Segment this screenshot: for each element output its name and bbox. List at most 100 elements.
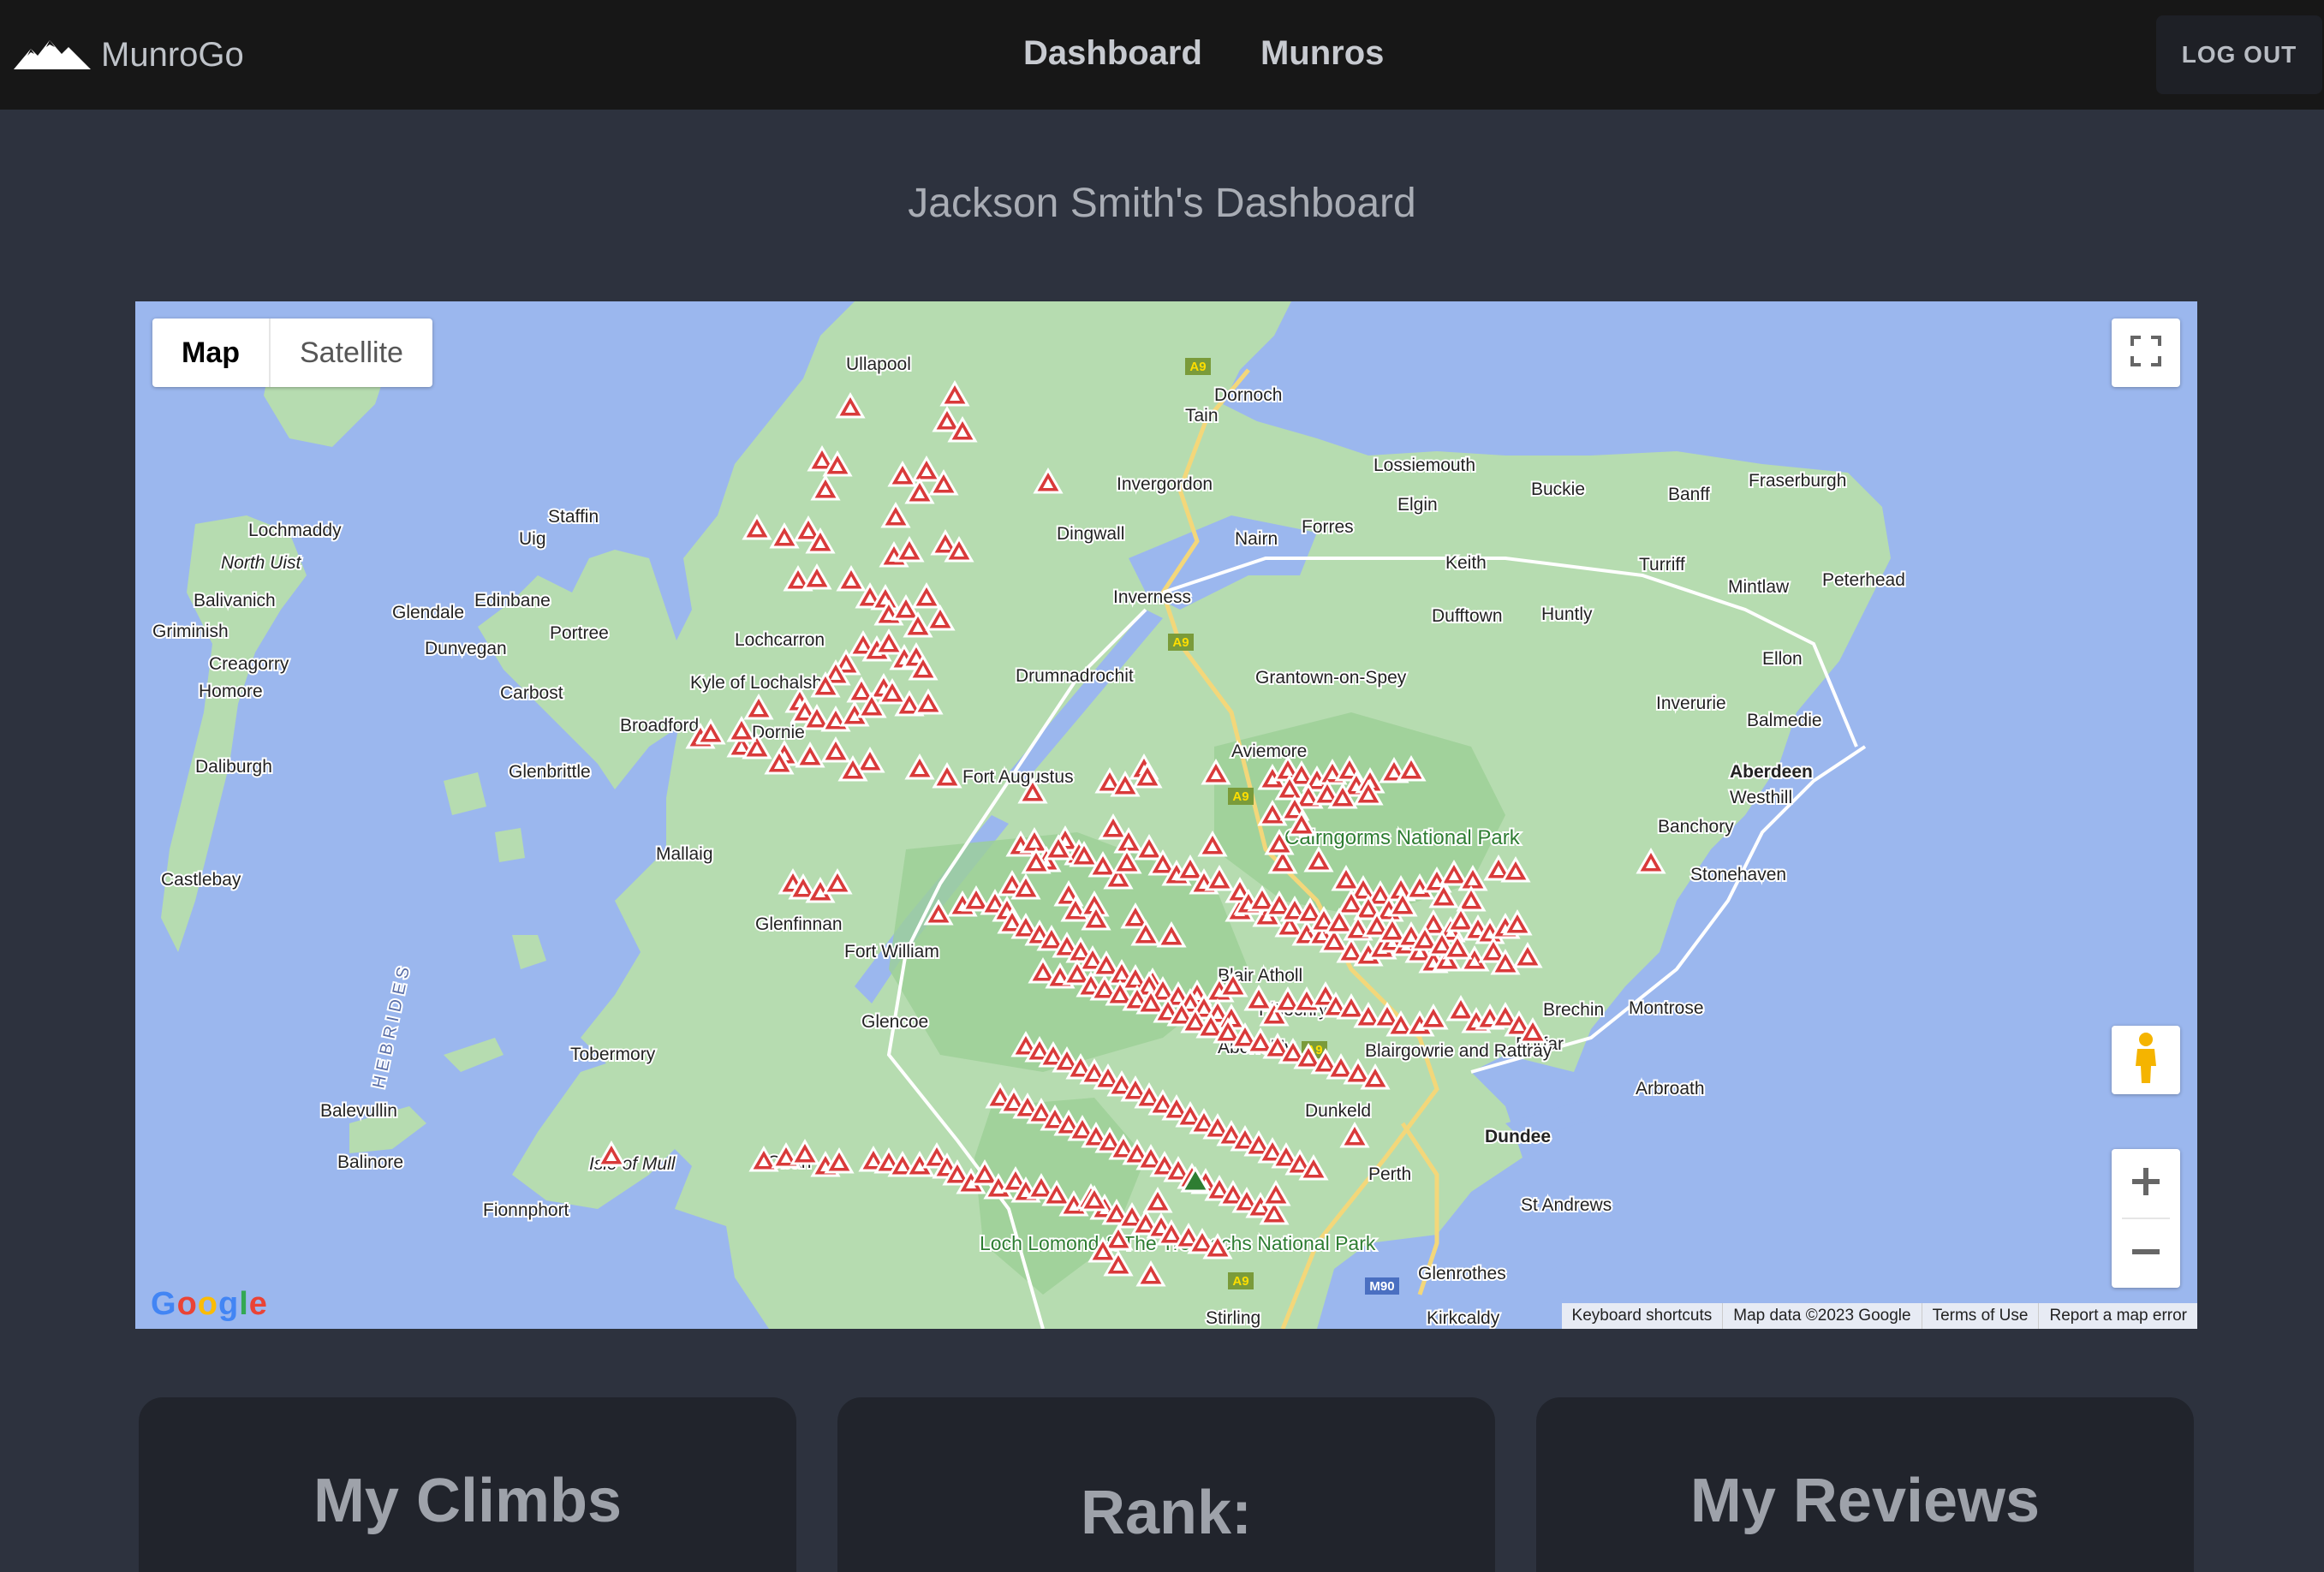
- zoom-out-button[interactable]: [2112, 1219, 2180, 1288]
- my-reviews-card[interactable]: My Reviews: [1536, 1397, 2194, 1572]
- brand[interactable]: MunroGo: [12, 33, 244, 77]
- brand-name: MunroGo: [101, 35, 244, 74]
- place-edinbane: Edinbane: [474, 591, 551, 610]
- place-ullapool: Ullapool: [846, 354, 911, 374]
- road-shield-a9: A9: [1232, 789, 1248, 804]
- place-blairgowrie-and-rattray: Blairgowrie and Rattray: [1365, 1041, 1552, 1061]
- place-carbost: Carbost: [500, 683, 563, 703]
- place-invergordon: Invergordon: [1117, 474, 1213, 494]
- place-aberdeen: Aberdeen: [1730, 762, 1813, 782]
- place-fort-augustus: Fort Augustus: [962, 767, 1074, 787]
- place-ellon: Ellon: [1762, 649, 1803, 669]
- place-cairngorms-national-park: Cairngorms National Park: [1284, 826, 1521, 849]
- place-glencoe: Glencoe: [861, 1012, 928, 1032]
- place-lochcarron: Lochcarron: [735, 630, 825, 650]
- place-lossiemouth: Lossiemouth: [1374, 456, 1475, 475]
- place-tain: Tain: [1185, 406, 1219, 426]
- zoom-control: [2112, 1149, 2180, 1288]
- my-climbs-card[interactable]: My Climbs: [139, 1397, 796, 1572]
- place-forres: Forres: [1302, 517, 1354, 537]
- place-kyle-of-lochalsh: Kyle of Lochalsh: [690, 673, 822, 693]
- place-balivanich: Balivanich: [194, 591, 276, 610]
- place-mallaig: Mallaig: [656, 844, 713, 864]
- road-shield-m90: M90: [1369, 1279, 1394, 1294]
- place-fraserburgh: Fraserburgh: [1749, 471, 1846, 491]
- map-type-satellite-button[interactable]: Satellite: [271, 319, 432, 387]
- place-lochmaddy: Lochmaddy: [248, 521, 342, 540]
- place-daliburgh: Daliburgh: [195, 757, 272, 777]
- place-stirling: Stirling: [1206, 1308, 1260, 1328]
- road-shield-a9: A9: [1172, 635, 1189, 650]
- nav-link-dashboard[interactable]: Dashboard: [1023, 34, 1202, 73]
- place-portree: Portree: [550, 623, 609, 643]
- road-shield-a9: A9: [1189, 360, 1206, 374]
- minus-icon: [2130, 1236, 2161, 1271]
- place-westhill: Westhill: [1730, 788, 1792, 807]
- place-glenfinnan: Glenfinnan: [755, 914, 843, 934]
- page-title: Jackson Smith's Dashboard: [908, 181, 1416, 226]
- place-staffin: Staffin: [548, 507, 599, 527]
- place-dundee: Dundee: [1485, 1127, 1551, 1146]
- my-climbs-title: My Climbs: [313, 1467, 623, 1535]
- place-kirkcaldy: Kirkcaldy: [1427, 1308, 1500, 1328]
- place-balevullin: Balevullin: [320, 1101, 397, 1121]
- place-inverurie: Inverurie: [1656, 694, 1726, 713]
- place-buckie: Buckie: [1531, 479, 1585, 499]
- place-stonehaven: Stonehaven: [1690, 865, 1786, 884]
- terms-of-use-link[interactable]: Terms of Use: [1921, 1303, 2039, 1329]
- place-elgin: Elgin: [1397, 495, 1438, 515]
- place-banff: Banff: [1668, 485, 1710, 504]
- place-glenbrittle: Glenbrittle: [509, 762, 591, 782]
- tiree-coll: [349, 1038, 504, 1153]
- zoom-in-button[interactable]: [2112, 1149, 2180, 1218]
- place-hebrides: HEBRIDES: [369, 960, 414, 1090]
- place-balinore: Balinore: [337, 1152, 403, 1172]
- place-huntly: Huntly: [1541, 604, 1593, 624]
- place-castlebay: Castlebay: [161, 870, 241, 890]
- place-dingwall: Dingwall: [1057, 524, 1124, 544]
- place-griminish: Griminish: [152, 622, 229, 641]
- keyboard-shortcuts-link[interactable]: Keyboard shortcuts: [1562, 1303, 1723, 1329]
- place-brechin: Brechin: [1543, 1000, 1604, 1020]
- street-view-pegman-button[interactable]: [2112, 1026, 2180, 1094]
- munro-map[interactable]: A9 A9 A9 A9 A9 M90 Ullapool Dornoch Tain…: [135, 301, 2197, 1329]
- pegman-icon: [2129, 1032, 2163, 1089]
- place-peterhead: Peterhead: [1822, 570, 1905, 590]
- my-reviews-title: My Reviews: [1689, 1467, 2041, 1535]
- report-map-error-link[interactable]: Report a map error: [2038, 1303, 2197, 1329]
- place-inverness: Inverness: [1113, 587, 1191, 607]
- navbar: MunroGo Dashboard Munros LOG OUT: [0, 0, 2324, 110]
- place-mintlaw: Mintlaw: [1728, 577, 1790, 597]
- place-homore: Homore: [199, 682, 263, 701]
- mountain-logo-icon: [12, 35, 92, 75]
- place-glenrothes: Glenrothes: [1418, 1264, 1506, 1283]
- map-type-control: Map Satellite: [152, 319, 432, 387]
- place-banchory: Banchory: [1658, 817, 1734, 837]
- place-st-andrews: St Andrews: [1521, 1195, 1612, 1215]
- place-turriff: Turriff: [1639, 555, 1685, 575]
- nav-link-munros[interactable]: Munros: [1260, 34, 1384, 73]
- place-dunkeld: Dunkeld: [1305, 1101, 1371, 1121]
- road-shield-a9: A9: [1232, 1274, 1248, 1289]
- place-aviemore: Aviemore: [1231, 741, 1307, 761]
- place-glendale: Glendale: [392, 603, 464, 622]
- small-isles: [444, 772, 546, 969]
- map-attribution: Keyboard shortcuts Map data ©2023 Google…: [1561, 1303, 2197, 1329]
- place-uig: Uig: [519, 529, 546, 549]
- place-tobermory: Tobermory: [570, 1045, 656, 1064]
- place-dufftown: Dufftown: [1432, 606, 1503, 626]
- fullscreen-button[interactable]: [2112, 319, 2180, 387]
- map-data-text: Map data ©2023 Google: [1722, 1303, 1921, 1329]
- place-nairn: Nairn: [1235, 529, 1278, 549]
- nav-links: Dashboard Munros: [1023, 34, 1442, 73]
- logout-button[interactable]: LOG OUT: [2156, 15, 2322, 94]
- rank-title: Rank:: [1080, 1479, 1253, 1547]
- place-balmedie: Balmedie: [1747, 711, 1822, 730]
- place-fionnphort: Fionnphort: [483, 1200, 569, 1220]
- map-type-map-button[interactable]: Map: [152, 319, 271, 387]
- place-north-uist: North Uist: [221, 553, 302, 573]
- place-arbroath: Arbroath: [1636, 1079, 1705, 1099]
- isle-of-skye: [478, 550, 700, 789]
- google-logo: Google: [151, 1286, 268, 1322]
- map-canvas[interactable]: A9 A9 A9 A9 A9 M90 Ullapool Dornoch Tain…: [135, 301, 2197, 1329]
